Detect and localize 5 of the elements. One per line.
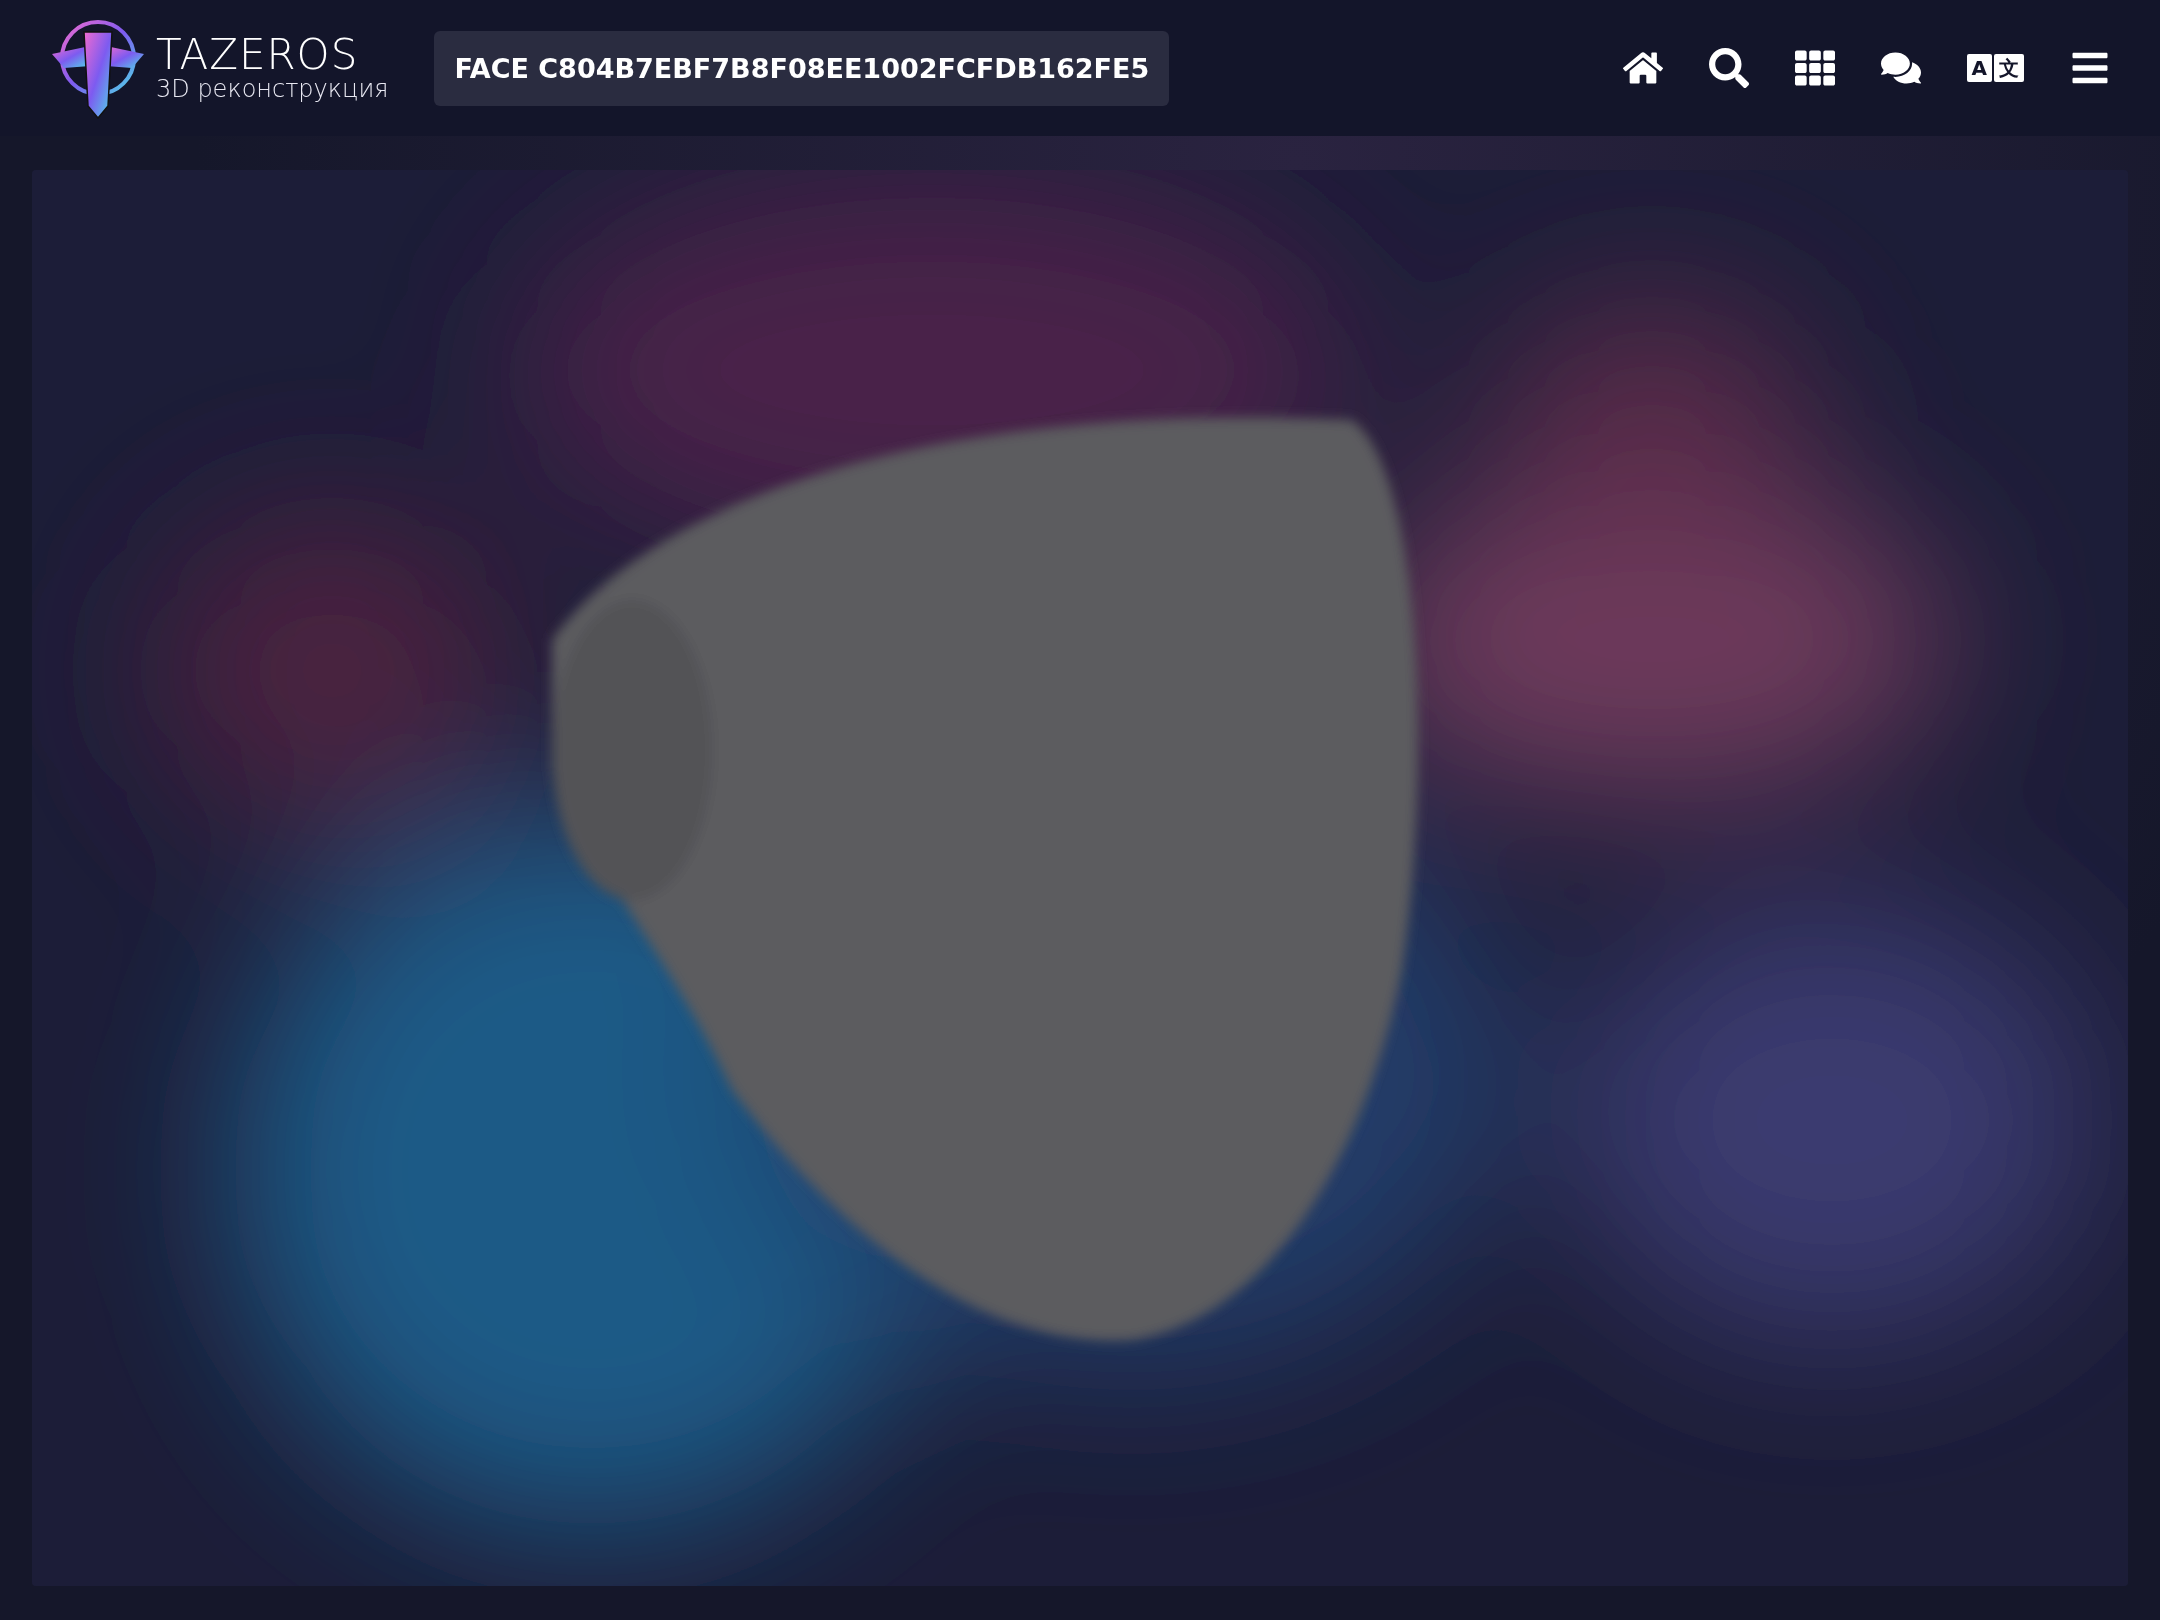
brand-name: TAZEROS — [156, 33, 360, 76]
model-title: FACE C804B7EBF7B8F08EE1002FCFDB162FE5 — [434, 30, 1170, 106]
grid-icon[interactable] — [1794, 48, 1835, 88]
search-icon[interactable] — [1708, 48, 1749, 88]
brand-subtitle: 3D реконструкция — [156, 75, 389, 103]
